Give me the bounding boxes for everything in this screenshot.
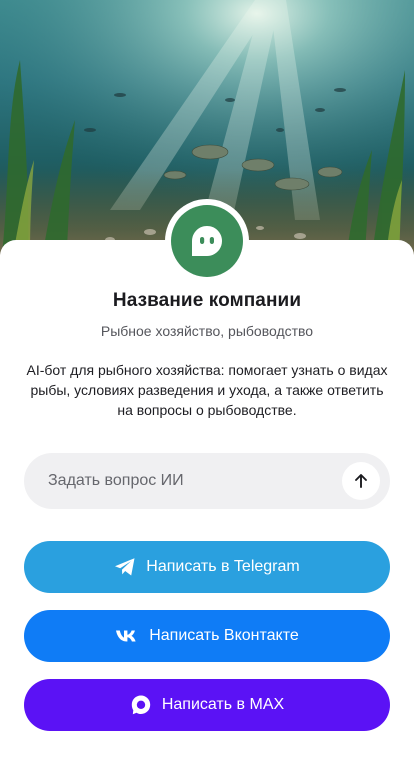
vk-icon (115, 629, 139, 643)
ask-ai-input[interactable] (48, 472, 342, 490)
vk-button[interactable]: Написать Вконтакте (24, 610, 390, 662)
avatar (165, 199, 249, 283)
max-button-label: Написать в MAX (161, 696, 285, 713)
arrow-up-icon (355, 474, 367, 488)
send-button[interactable] (342, 462, 380, 500)
company-category: Рыбное хозяйство, рыбоводство (100, 323, 314, 339)
company-description: AI-бот для рыбного хозяйства: помогает у… (26, 362, 388, 418)
telegram-icon (114, 557, 136, 577)
max-button[interactable]: Написать в MAX (24, 679, 390, 731)
avatar-circle (171, 205, 243, 277)
telegram-button-label: Написать в Telegram (146, 558, 300, 575)
vk-button-label: Написать Вконтакте (149, 627, 299, 644)
telegram-button[interactable]: Написать в Telegram (24, 541, 390, 593)
company-name: Название компании (112, 290, 302, 311)
max-icon (130, 694, 152, 716)
chat-bot-icon (192, 226, 222, 256)
ask-ai-field (24, 453, 390, 509)
